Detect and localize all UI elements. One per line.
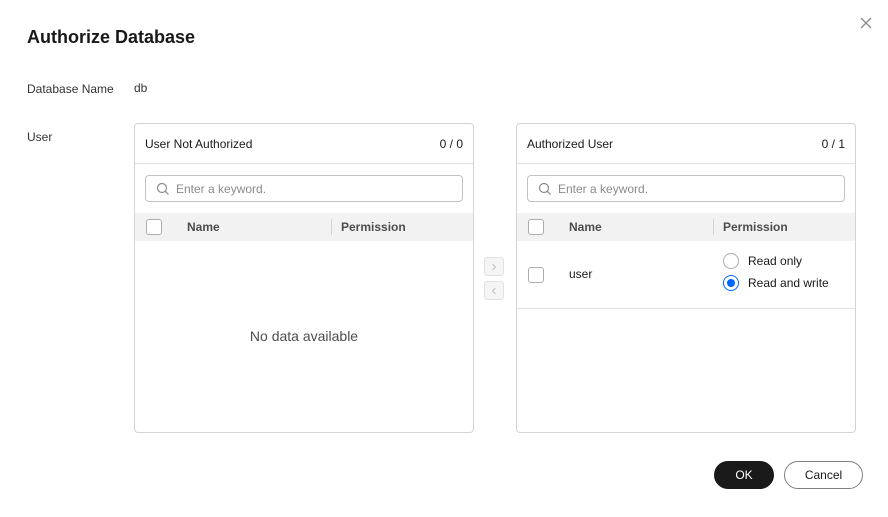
- close-icon: [860, 17, 872, 29]
- column-divider: [331, 219, 332, 235]
- chevron-left-icon: [491, 287, 496, 294]
- panel-title: Authorized User: [527, 136, 614, 151]
- chevron-right-icon: [492, 263, 497, 270]
- radio-label: Read and write: [748, 276, 829, 290]
- column-name-header: Name: [569, 220, 602, 234]
- move-right-button[interactable]: [484, 257, 504, 276]
- read-only-radio[interactable]: Read only: [723, 253, 802, 269]
- close-button[interactable]: [857, 14, 875, 32]
- panel-header: User Not Authorized 0 / 0: [135, 124, 473, 164]
- read-and-write-radio[interactable]: Read and write: [723, 275, 829, 291]
- panel-title: User Not Authorized: [145, 136, 253, 151]
- user-name-cell: user: [569, 267, 593, 281]
- column-name-header: Name: [187, 220, 220, 234]
- radio-button-selected[interactable]: [723, 275, 739, 291]
- search-box: [527, 175, 845, 202]
- unauthorized-users-panel: User Not Authorized 0 / 0 Name Permissio…: [134, 123, 474, 433]
- column-permission-header: Permission: [341, 220, 406, 234]
- cancel-button[interactable]: Cancel: [784, 461, 863, 489]
- column-divider: [713, 219, 714, 235]
- search-icon: [156, 182, 169, 195]
- table-header: Name Permission: [135, 213, 473, 241]
- selection-count: 0 / 1: [821, 136, 845, 151]
- database-name-label: Database Name: [27, 82, 114, 96]
- authorize-database-dialog: Authorize Database Database Name db User…: [0, 0, 888, 517]
- search-box: [145, 175, 463, 202]
- search-input[interactable]: [176, 181, 446, 196]
- table-header: Name Permission: [517, 213, 855, 241]
- dialog-title: Authorize Database: [27, 27, 196, 47]
- radio-label: Read only: [748, 254, 803, 268]
- panel-header: Authorized User 0 / 1: [517, 124, 855, 164]
- selection-count: 0 / 0: [439, 136, 463, 151]
- move-left-button[interactable]: [484, 281, 504, 300]
- column-permission-header: Permission: [723, 220, 788, 234]
- search-icon: [538, 182, 551, 195]
- empty-state-text: No data available: [249, 328, 359, 344]
- row-checkbox[interactable]: [528, 267, 544, 283]
- radio-button[interactable]: [723, 253, 739, 269]
- table-row: user Read only Read and write: [517, 241, 855, 309]
- database-name-value: db: [134, 81, 148, 95]
- search-input[interactable]: [558, 181, 828, 196]
- select-all-checkbox[interactable]: [146, 219, 162, 235]
- select-all-checkbox[interactable]: [528, 219, 544, 235]
- user-label: User: [27, 130, 53, 144]
- ok-button[interactable]: OK: [714, 461, 774, 489]
- authorized-users-panel: Authorized User 0 / 1 Name Permission us…: [516, 123, 856, 433]
